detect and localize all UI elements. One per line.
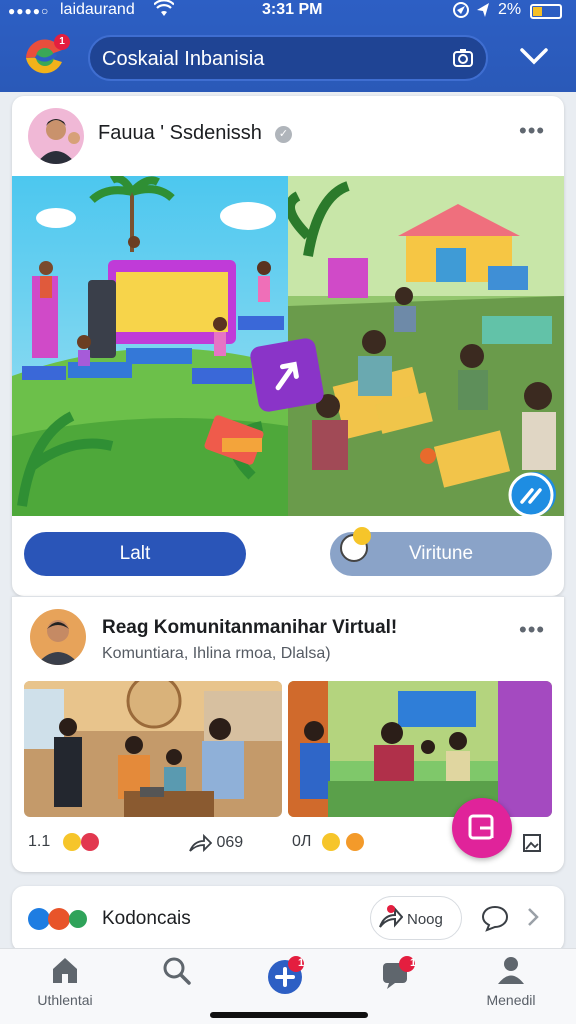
share-arrow-icon: [188, 833, 216, 853]
home-indicator: [210, 1012, 368, 1018]
signal-strength: ●●●●○: [8, 4, 50, 18]
reaction-summary[interactable]: 1.1: [28, 833, 100, 851]
reaction-icons: [28, 908, 87, 930]
noog-label: Noog: [407, 911, 443, 928]
nav-menu-label: Menedil: [486, 992, 536, 1008]
post-photo-right[interactable]: [288, 681, 552, 817]
compose-icon: [468, 814, 494, 840]
status-bar: ●●●●○ laidaurand 3:31 PM 2%: [0, 0, 576, 24]
create-badge: 1: [298, 957, 305, 969]
haha-emoji-icon: [62, 833, 81, 851]
like-emoji-icon: [28, 908, 50, 930]
post-card: Kodoncais Noog: [12, 886, 564, 952]
notification-badge: 1: [54, 34, 70, 50]
love-emoji-icon: [81, 833, 100, 851]
messages-badge: 1: [410, 957, 417, 969]
post-image-right[interactable]: [288, 176, 564, 516]
search-bar[interactable]: Coskaial Inbanisia: [88, 35, 488, 81]
chevron-down-icon[interactable]: [516, 42, 552, 75]
share-overlay-icon[interactable]: [248, 336, 326, 414]
wifi-icon: [153, 0, 175, 23]
reaction-count-right: 0Л: [292, 833, 312, 851]
nav-home[interactable]: Uthlentai: [20, 955, 110, 1008]
comment-icon[interactable]: [480, 904, 510, 937]
search-text: Coskaial Inbanisia: [102, 48, 265, 70]
battery-icon: [530, 4, 562, 19]
sad-emoji-icon: [346, 833, 365, 851]
reaction-summary-right[interactable]: 0Л: [292, 833, 365, 851]
location-icon: [452, 1, 470, 24]
reaction-bubble-icon: [338, 524, 378, 569]
carrier-name: laidaurand: [60, 1, 135, 18]
post-subtitle: Komuntiara, Ihlina rmoa, Dlalsa): [102, 645, 331, 662]
home-icon: [53, 958, 77, 983]
care-emoji-icon: [68, 910, 87, 928]
navigation-arrow-icon: [475, 1, 491, 24]
top-app-bar: ●●●●○ laidaurand 3:31 PM 2% 1 Coskaial I…: [0, 0, 576, 92]
clock: 3:31 PM: [262, 1, 323, 18]
wow-emoji-icon: [321, 833, 340, 851]
author-avatar[interactable]: [28, 108, 84, 164]
photo-gallery-icon[interactable]: [522, 833, 542, 858]
nav-menu[interactable]: Menedil: [466, 955, 556, 1008]
post-author[interactable]: Fauua ' Ssdenissh: [98, 122, 262, 145]
share-count-value: 069: [216, 834, 244, 852]
profile-icon: [498, 957, 524, 984]
post-photo-left[interactable]: [24, 681, 282, 817]
reaction-count: 1.1: [28, 833, 51, 851]
noog-button[interactable]: Noog: [370, 896, 462, 940]
verified-icon: ✓: [275, 126, 292, 143]
compose-fab-button[interactable]: [452, 798, 512, 858]
nav-messages[interactable]: 1: [352, 955, 442, 996]
author-avatar[interactable]: [30, 609, 86, 665]
edit-badge-icon[interactable]: [508, 472, 554, 523]
viritune-label: Viritune: [408, 543, 474, 564]
nav-create[interactable]: 1: [240, 955, 330, 1000]
post-label[interactable]: Kodoncais: [102, 908, 191, 930]
nav-home-label: Uthlentai: [37, 992, 93, 1008]
more-options-icon[interactable]: •••: [519, 118, 545, 144]
share-count[interactable]: 069: [188, 833, 243, 853]
app-logo[interactable]: 1: [22, 34, 70, 78]
post-title[interactable]: Reag Komunitanmanihar Virtual!: [102, 617, 397, 639]
more-options-icon[interactable]: •••: [519, 617, 545, 643]
post-image-left[interactable]: [12, 176, 288, 516]
chevron-right-icon[interactable]: [526, 906, 540, 933]
battery-percent: 2%: [498, 1, 522, 18]
nav-search[interactable]: [132, 955, 222, 992]
lalt-button[interactable]: Lalt: [24, 532, 246, 576]
search-icon: [163, 957, 191, 985]
angry-emoji-icon: [48, 908, 71, 930]
camera-icon[interactable]: [452, 47, 474, 74]
post-card: Fauua ' Ssdenissh ✓ ••• Lalt Viritune: [12, 96, 564, 596]
share-arrow-icon: [377, 905, 404, 936]
